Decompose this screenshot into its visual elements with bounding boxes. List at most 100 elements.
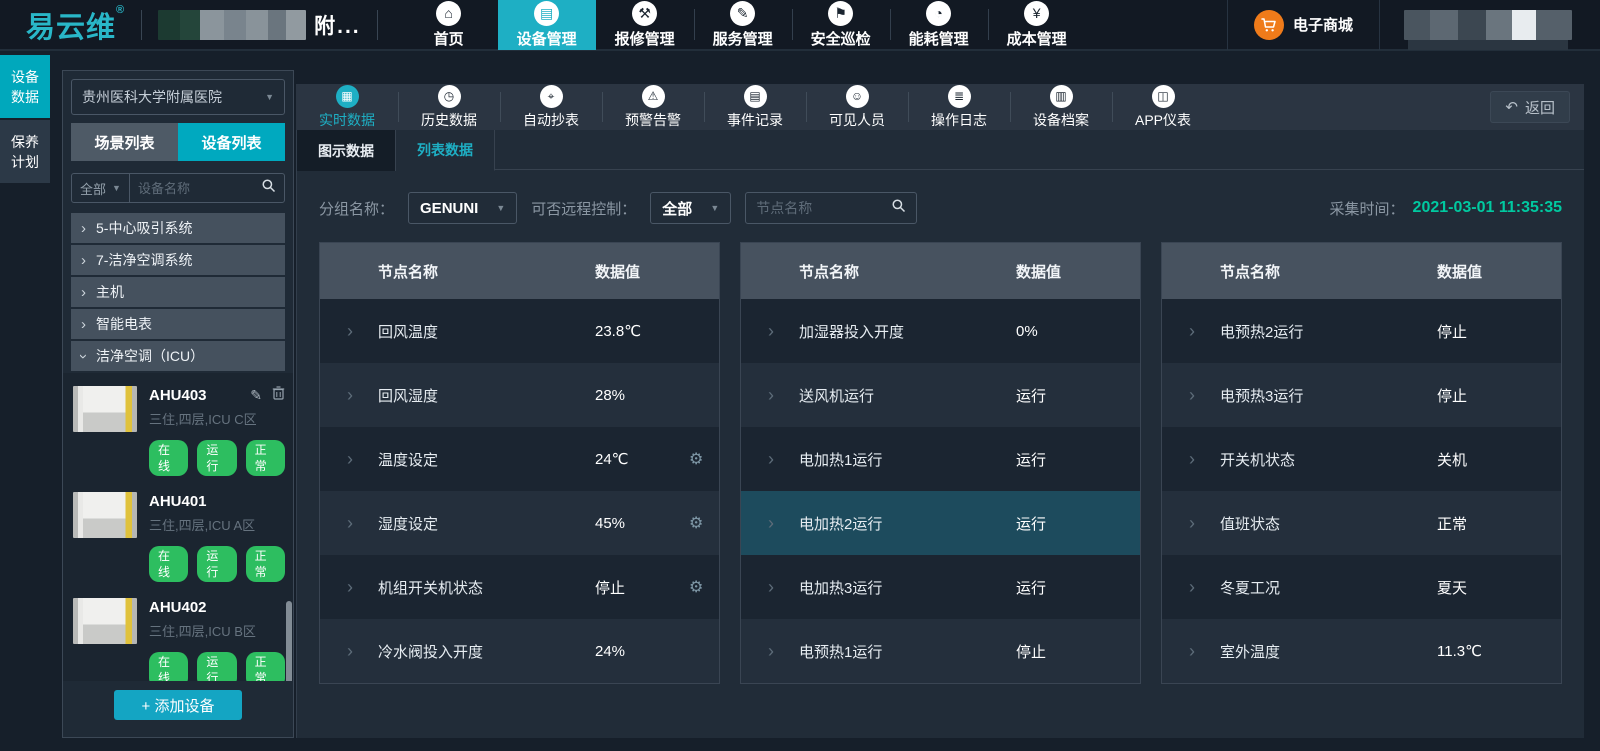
node-value: 正常 [1437,513,1531,534]
device-group-row[interactable]: › 洁净空调（ICU） [71,341,285,371]
scrollbar[interactable] [286,601,292,681]
gear-icon[interactable]: ⚙ [689,449,719,469]
data-table: 节点名称 数据值 › 回风温度 23.8℃ ⚙ › 回风湿度 28% ⚙ › 温… [319,242,720,684]
tab-scene-list[interactable]: 场景列表 [71,123,178,161]
delete-icon[interactable] [272,386,285,405]
device-search-input[interactable] [130,181,261,196]
node-name: 加湿器投入开度 [799,321,1016,342]
tab-operation-log[interactable]: ≣ 操作日志 [908,84,1010,130]
table-row[interactable]: › 电加热1运行 运行 ⚙ [741,427,1140,491]
node-name: 温度设定 [378,449,595,470]
sidebar-item-label: 设备数据 [9,67,41,107]
edit-icon[interactable]: ✎ [250,387,262,404]
tab-event-record[interactable]: ▤ 事件记录 [704,84,806,130]
safety-patrol-icon: ⚑ [828,1,853,26]
nav-cost-management[interactable]: ¥ 成本管理 [988,0,1086,50]
table-row[interactable]: › 室外温度 11.3℃ ⚙ [1162,619,1561,683]
table-row[interactable]: › 电预热1运行 停止 ⚙ [741,619,1140,683]
table-row[interactable]: › 冷水阀投入开度 24% ⚙ [320,619,719,683]
table-row[interactable]: › 值班状态 正常 ⚙ [1162,491,1561,555]
top-bar: 易云维® 附... ⌂ 首页 ▤ 设备管理 ⚒ 报修管理 ✎ 服务管理 ⚑ 安全… [0,0,1600,51]
device-card[interactable]: AHU401 ✎ 三住,四层,ICU A区 在线运行正常 [73,485,285,591]
table-row[interactable]: › 回风温度 23.8℃ ⚙ [320,299,719,363]
table-header: 节点名称 数据值 [741,243,1140,299]
back-label: 返回 [1525,97,1555,118]
nav-home[interactable]: ⌂ 首页 [400,0,498,50]
table-row[interactable]: › 电预热2运行 停止 ⚙ [1162,299,1561,363]
node-value: 运行 [1016,577,1110,598]
node-value: 45% [595,515,689,532]
device-group-row[interactable]: › 智能电表 [71,309,285,339]
device-group-row[interactable]: › 主机 [71,277,285,307]
status-badge: 运行 [197,440,236,476]
nav-label: 首页 [434,28,464,49]
device-group-row[interactable]: › 5-中心吸引系统 [71,213,285,243]
search-category-select[interactable]: 全部 ▼ [72,174,130,202]
user-account[interactable] [1404,10,1600,40]
hospital-select[interactable]: 贵州医科大学附属医院 ▼ [71,79,285,115]
gear-icon[interactable]: ⚙ [689,513,719,533]
nav-device-management[interactable]: ▤ 设备管理 [498,0,596,50]
subtab-list-data[interactable]: 列表数据 [396,130,495,171]
node-name: 回风湿度 [378,385,595,406]
device-toolbar: ▦ 实时数据 ◷ 历史数据 ⌖ 自动抄表 ⚠ 预警告警 ▤ 事件记录 ☺ 可见人… [296,84,1584,130]
filter-row: 分组名称： GENUNI ▼ 可否远程控制： 全部 ▼ 采集时间： 2021-0… [319,192,1562,224]
node-name: 电预热3运行 [1220,385,1437,406]
chevron-right-icon: › [76,354,91,359]
user-info-redacted [1404,10,1572,40]
device-card[interactable]: AHU402 ✎ 三住,四层,ICU B区 在线运行正常 [73,591,285,681]
device-photo [73,386,137,432]
table-row[interactable]: › 温度设定 24℃ ⚙ [320,427,719,491]
search-icon[interactable] [261,178,276,198]
nav-label: 成本管理 [1007,28,1067,49]
group-name-select[interactable]: GENUNI ▼ [408,192,517,224]
device-card[interactable]: AHU403 ✎ 三住,四层,ICU C区 在线运行正常 [73,379,285,485]
remote-control-select[interactable]: 全部 ▼ [650,192,731,224]
table-row[interactable]: › 回风湿度 28% ⚙ [320,363,719,427]
node-name: 电预热1运行 [799,641,1016,662]
tab-device-archive[interactable]: ▥ 设备档案 [1010,84,1112,130]
tab-auto-meter-reading[interactable]: ⌖ 自动抄表 [500,84,602,130]
table-row[interactable]: › 电预热3运行 停止 ⚙ [1162,363,1561,427]
nav-repair-management[interactable]: ⚒ 报修管理 [596,0,694,50]
node-search-input[interactable] [756,200,891,216]
table-row[interactable]: › 机组开关机状态 停止 ⚙ [320,555,719,619]
gear-icon[interactable]: ⚙ [689,577,719,597]
tab-app-dashboard[interactable]: ◫ APP仪表 [1112,84,1214,130]
table-row[interactable]: › 湿度设定 45% ⚙ [320,491,719,555]
status-badge: 运行 [197,652,236,681]
add-device-area: + 添加设备 [71,681,285,729]
tab-alarm-warning[interactable]: ⚠ 预警告警 [602,84,704,130]
nav-safety-patrol[interactable]: ⚑ 安全巡检 [792,0,890,50]
status-badge: 正常 [246,652,285,681]
e-mall-button[interactable]: 电子商城 [1227,0,1380,50]
nav-label: 安全巡检 [811,28,871,49]
hospital-name: 贵州医科大学附属医院 [82,87,265,107]
nav-service-management[interactable]: ✎ 服务管理 [694,0,792,50]
table-row[interactable]: › 加湿器投入开度 0% ⚙ [741,299,1140,363]
add-device-button[interactable]: + 添加设备 [114,690,242,720]
tab-realtime-data[interactable]: ▦ 实时数据 [296,84,398,130]
search-icon[interactable] [891,198,906,218]
subtab-chart-data[interactable]: 图示数据 [297,130,396,171]
nav-energy-management[interactable]: ◔ 能耗管理 [890,0,988,50]
tab-history-data[interactable]: ◷ 历史数据 [398,84,500,130]
device-group-row[interactable]: › 7-洁净空调系统 [71,245,285,275]
sidebar-item-maintenance-plan[interactable]: 保养计划 [0,120,50,183]
chevron-down-icon: ▼ [710,203,719,213]
table-row[interactable]: › 开关机状态 关机 ⚙ [1162,427,1561,491]
sidebar-item-device-data[interactable]: 设备数据 [0,55,50,118]
table-row[interactable]: › 电加热2运行 运行 ⚙ [741,491,1140,555]
status-badge: 运行 [197,546,236,582]
table-row[interactable]: › 冬夏工况 夏天 ⚙ [1162,555,1561,619]
node-name: 回风温度 [378,321,595,342]
table-row[interactable]: › 送风机运行 运行 ⚙ [741,363,1140,427]
node-name: 送风机运行 [799,385,1016,406]
toolbar-tab-label: APP仪表 [1135,110,1191,130]
tab-visible-personnel[interactable]: ☺ 可见人员 [806,84,908,130]
table-row[interactable]: › 电加热3运行 运行 ⚙ [741,555,1140,619]
back-button[interactable]: ↶ 返回 [1490,91,1570,123]
node-name: 电加热2运行 [799,513,1016,534]
tab-device-list[interactable]: 设备列表 [178,123,285,161]
device-name: AHU402 [149,599,240,616]
